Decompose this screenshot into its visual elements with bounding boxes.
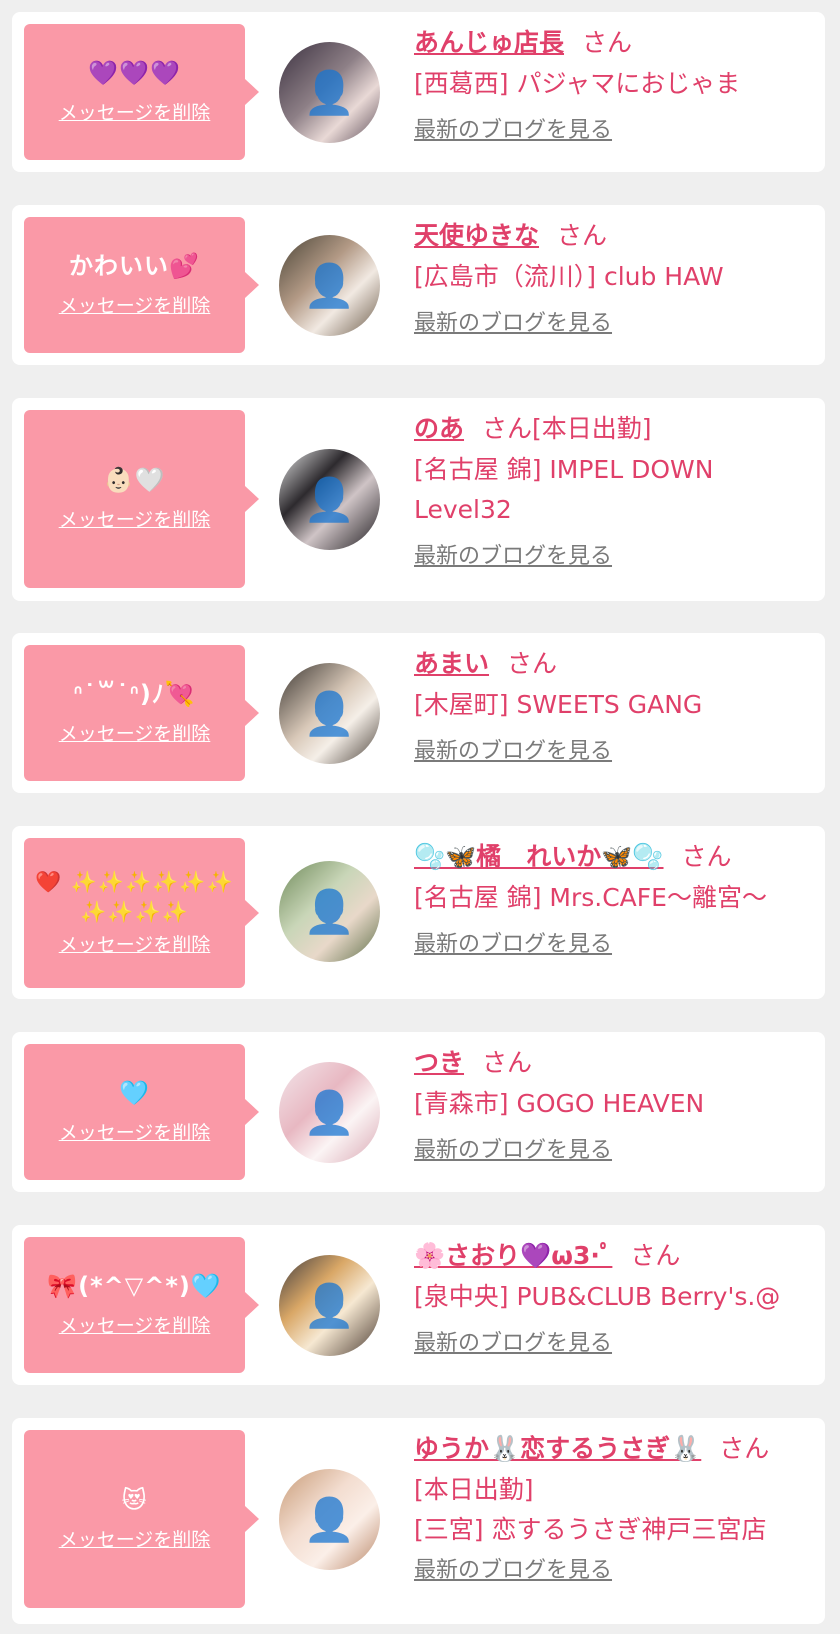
message-text: ᐢ˙꒳˙ᐢ)ﾉ💘	[73, 680, 196, 708]
shop-info: [泉中央] PUB&CLUB Berry's.@	[414, 1282, 781, 1311]
message-text: 👶🏻🤍	[103, 466, 166, 494]
entry-info: のあ さん[本日出勤] [名古屋 錦] IMPEL DOWN Level32 最新…	[414, 412, 811, 572]
list-item: 💜💜💜 メッセージを削除 👤 あんじゅ店長 さん [西葛西] パジャマにおじゃま …	[12, 12, 825, 172]
message-text: 💜💜💜	[88, 59, 181, 87]
avatar[interactable]: 👤	[279, 449, 380, 550]
message-text: 🩵	[119, 1079, 150, 1107]
person-icon: 👤	[303, 1087, 356, 1137]
honorific: さん	[582, 28, 633, 57]
avatar[interactable]: 👤	[279, 1469, 380, 1570]
avatar[interactable]: 👤	[279, 663, 380, 764]
honorific: さん	[482, 414, 533, 443]
list-item: 🩵 メッセージを削除 👤 つき さん [青森市] GOGO HEAVEN 最新のブ…	[12, 1032, 825, 1192]
entry-info: あんじゅ店長 さん [西葛西] パジャマにおじゃま 最新のブログを見る	[414, 26, 811, 146]
list-item: 😻 メッセージを削除 👤 ゆうか🐰恋するうさぎ🐰 さん [本日出勤] [三宮] 恋…	[12, 1418, 825, 1624]
message-bubble: 😻 メッセージを削除	[24, 1430, 259, 1608]
latest-blog-link[interactable]: 最新のブログを見る	[414, 737, 612, 767]
girl-name-link[interactable]: ゆうか🐰恋するうさぎ🐰	[414, 1434, 701, 1463]
entry-info: つき さん [青森市] GOGO HEAVEN 最新のブログを見る	[414, 1046, 811, 1166]
message-bubble: 👶🏻🤍 メッセージを削除	[24, 410, 259, 588]
girl-name-link[interactable]: つき	[414, 1048, 464, 1077]
message-bubble: 🩵 メッセージを削除	[24, 1044, 259, 1180]
delete-message-link[interactable]: メッセージを削除	[59, 931, 211, 959]
person-icon: 👤	[303, 1280, 356, 1330]
shop-info: [木屋町] SWEETS GANG	[414, 690, 703, 719]
name-row: 天使ゆきな さん	[414, 219, 811, 253]
message-bubble: かわいい💕 メッセージを削除	[24, 217, 259, 353]
shop-info-line2: [三宮] 恋するうさぎ神戸三宮店	[414, 1515, 767, 1544]
delete-message-link[interactable]: メッセージを削除	[59, 1119, 211, 1147]
person-icon: 👤	[303, 67, 356, 117]
person-icon: 👤	[303, 886, 356, 936]
list-item: 👶🏻🤍 メッセージを削除 👤 のあ さん[本日出勤] [名古屋 錦] IMPEL …	[12, 398, 825, 601]
message-bubble: ᐢ˙꒳˙ᐢ)ﾉ💘 メッセージを削除	[24, 645, 259, 781]
message-text: ❤️ ✨✨✨✨✨✨ ✨✨✨✨	[35, 870, 234, 924]
person-icon: 👤	[303, 1494, 356, 1544]
delete-message-link[interactable]: メッセージを削除	[59, 720, 211, 748]
shop-info: [青森市] GOGO HEAVEN	[414, 1089, 705, 1118]
status-label: [本日出勤]	[532, 414, 652, 443]
honorific: さん	[630, 1241, 681, 1270]
message-text: 😻	[121, 1486, 148, 1514]
honorific: さん	[482, 1048, 533, 1077]
delete-message-link[interactable]: メッセージを削除	[59, 1312, 211, 1340]
latest-blog-link[interactable]: 最新のブログを見る	[414, 309, 612, 339]
avatar[interactable]: 👤	[279, 861, 380, 962]
name-row: 🌸さおり💜ω3·ﾟ さん	[414, 1239, 811, 1273]
latest-blog-link[interactable]: 最新のブログを見る	[414, 542, 612, 572]
message-bubble: ❤️ ✨✨✨✨✨✨ ✨✨✨✨ メッセージを削除	[24, 838, 259, 988]
shop-info: [名古屋 錦] Mrs.CAFE～離宮～	[414, 883, 767, 912]
entry-info: ゆうか🐰恋するうさぎ🐰 さん [本日出勤] [三宮] 恋するうさぎ神戸三宮店 最新…	[414, 1432, 811, 1586]
delete-message-link[interactable]: メッセージを削除	[59, 506, 211, 534]
honorific: さん	[719, 1434, 770, 1463]
name-row: つき さん	[414, 1046, 811, 1080]
entry-info: あまい さん [木屋町] SWEETS GANG 最新のブログを見る	[414, 647, 811, 767]
avatar[interactable]: 👤	[279, 42, 380, 143]
message-text: かわいい💕	[69, 252, 200, 280]
delete-message-link[interactable]: メッセージを削除	[59, 1526, 211, 1554]
honorific: さん	[507, 649, 558, 678]
honorific: さん	[557, 221, 608, 250]
girl-name-link[interactable]: あんじゅ店長	[414, 28, 564, 57]
message-bubble: 💜💜💜 メッセージを削除	[24, 24, 259, 160]
shop-info: [西葛西] パジャマにおじゃま	[414, 69, 741, 98]
avatar[interactable]: 👤	[279, 235, 380, 336]
name-row: あんじゅ店長 さん	[414, 26, 811, 60]
person-icon: 👤	[303, 260, 356, 310]
message-text: 🎀(*^▽^*)🩵	[47, 1272, 222, 1300]
latest-blog-link[interactable]: 最新のブログを見る	[414, 1329, 612, 1359]
message-bubble: 🎀(*^▽^*)🩵 メッセージを削除	[24, 1237, 259, 1373]
entry-info: 天使ゆきな さん [広島市（流川）] club HAW 最新のブログを見る	[414, 219, 811, 339]
shop-info: [広島市（流川）] club HAW	[414, 262, 724, 291]
latest-blog-link[interactable]: 最新のブログを見る	[414, 1136, 612, 1166]
latest-blog-link[interactable]: 最新のブログを見る	[414, 1556, 612, 1586]
list-item: ᐢ˙꒳˙ᐢ)ﾉ💘 メッセージを削除 👤 あまい さん [木屋町] SWEETS G…	[12, 633, 825, 793]
name-row: あまい さん	[414, 647, 811, 681]
shop-info: [本日出勤]	[414, 1475, 534, 1504]
latest-blog-link[interactable]: 最新のブログを見る	[414, 116, 612, 146]
girl-name-link[interactable]: のあ	[414, 414, 464, 443]
list-item: 🎀(*^▽^*)🩵 メッセージを削除 👤 🌸さおり💜ω3·ﾟ さん [泉中央] P…	[12, 1225, 825, 1385]
name-row: 🫧🦋橘 れいか🦋🫧 さん	[414, 840, 811, 874]
person-icon: 👤	[303, 688, 356, 738]
girl-name-link[interactable]: 🌸さおり💜ω3·ﾟ	[414, 1241, 612, 1270]
avatar[interactable]: 👤	[279, 1255, 380, 1356]
girl-name-link[interactable]: 天使ゆきな	[414, 221, 539, 250]
shop-info: [名古屋 錦] IMPEL DOWN Level32	[414, 455, 714, 524]
honorific: さん	[681, 842, 732, 871]
avatar[interactable]: 👤	[279, 1062, 380, 1163]
list-item: ❤️ ✨✨✨✨✨✨ ✨✨✨✨ メッセージを削除 👤 🫧🦋橘 れいか🦋🫧 さん [名…	[12, 826, 825, 999]
girl-name-link[interactable]: あまい	[414, 649, 489, 678]
delete-message-link[interactable]: メッセージを削除	[59, 292, 211, 320]
person-icon: 👤	[303, 474, 356, 524]
entry-info: 🫧🦋橘 れいか🦋🫧 さん [名古屋 錦] Mrs.CAFE～離宮～ 最新のブログを…	[414, 840, 811, 960]
girl-name-link[interactable]: 🫧🦋橘 れいか🦋🫧	[414, 842, 664, 871]
latest-blog-link[interactable]: 最新のブログを見る	[414, 930, 612, 960]
message-list: 💜💜💜 メッセージを削除 👤 あんじゅ店長 さん [西葛西] パジャマにおじゃま …	[0, 0, 840, 1634]
entry-info: 🌸さおり💜ω3·ﾟ さん [泉中央] PUB&CLUB Berry's.@ 最新の…	[414, 1239, 811, 1359]
delete-message-link[interactable]: メッセージを削除	[59, 99, 211, 127]
list-item: かわいい💕 メッセージを削除 👤 天使ゆきな さん [広島市（流川）] club …	[12, 205, 825, 365]
name-row: のあ さん[本日出勤]	[414, 412, 811, 446]
name-row: ゆうか🐰恋するうさぎ🐰 さん	[414, 1432, 811, 1466]
